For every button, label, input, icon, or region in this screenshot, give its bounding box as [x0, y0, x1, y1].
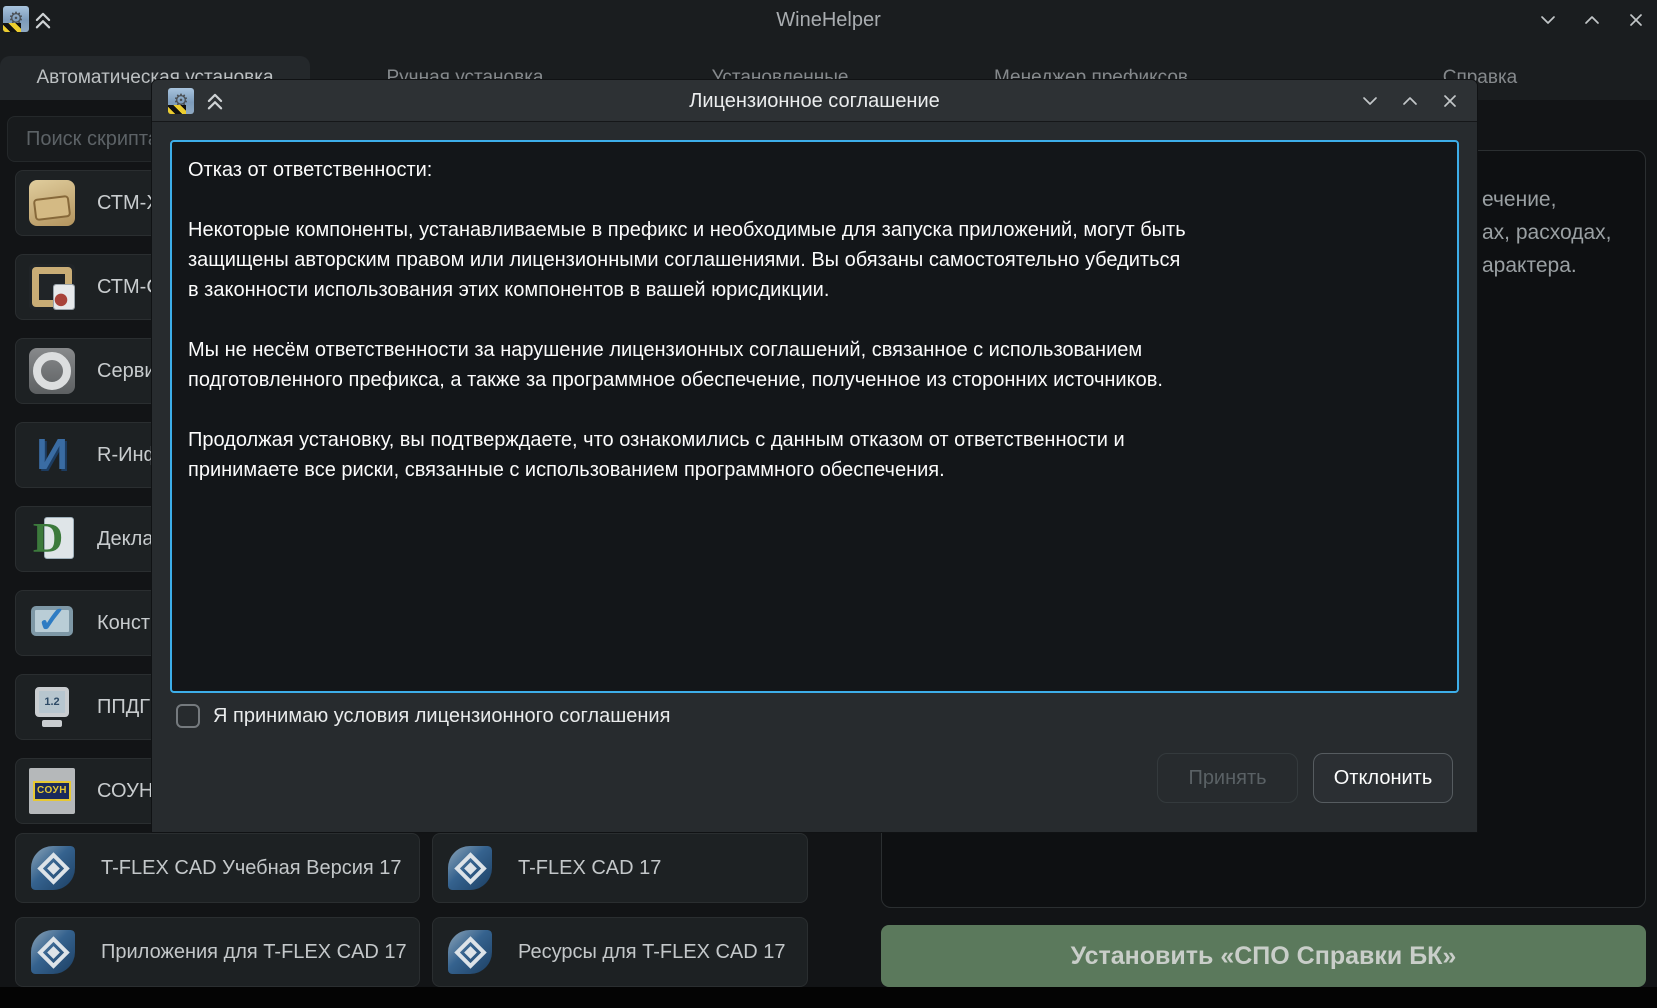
document-frame-icon	[29, 264, 75, 310]
script-label: СОУН	[97, 780, 153, 803]
accept-button[interactable]: Принять	[1157, 753, 1298, 803]
license-paragraph: Продолжая установку, вы подтверждаете, ч…	[188, 425, 1188, 485]
license-dialog: ⚙ Лицензионное соглашение Отказ от ответ…	[152, 80, 1477, 832]
bottom-strip	[0, 987, 1657, 1008]
description-text-fragment: ечение,	[1482, 183, 1611, 216]
script-label: R-Инф	[97, 444, 160, 467]
script-label: T-FLEX CAD 17	[518, 857, 661, 880]
script-label: ППДГ	[97, 696, 150, 719]
icon-glyph: D	[33, 518, 63, 560]
chevron-down-icon	[1540, 12, 1556, 28]
chevron-up-icon	[1584, 12, 1600, 28]
letter-i-icon: И	[29, 432, 75, 478]
tflex-icon	[448, 930, 492, 974]
icon-glyph: 1.2	[44, 696, 59, 708]
tflex-icon	[31, 846, 75, 890]
script-label: T-FLEX CAD Учебная Версия 17	[101, 857, 402, 880]
diamond-icon	[454, 852, 487, 885]
green-d-document-icon: D	[29, 516, 75, 562]
license-paragraph: Мы не несём ответственности за нарушение…	[188, 335, 1188, 395]
main-titlebar: ⚙ WineHelper	[0, 0, 1657, 40]
diamond-icon	[37, 936, 70, 969]
window-title: WineHelper	[0, 0, 1657, 40]
monitor-icon: 1.2	[29, 684, 75, 730]
icon-glyph: И	[36, 433, 68, 477]
folder-icon	[29, 180, 75, 226]
close-button[interactable]	[1441, 92, 1459, 110]
dialog-window-controls	[1361, 80, 1459, 122]
license-text-area[interactable]: Отказ от ответственности: Некоторые комп…	[170, 140, 1459, 693]
accept-license-row: Я принимаю условия лицензионного соглаше…	[176, 704, 670, 728]
license-checkbox[interactable]	[176, 704, 200, 728]
ring-icon	[29, 348, 75, 394]
close-button[interactable]	[1627, 11, 1645, 29]
maximize-button[interactable]	[1583, 11, 1601, 29]
window-controls	[1539, 0, 1645, 40]
monitor-check-icon: ✓	[29, 600, 75, 646]
chevron-down-icon	[1362, 93, 1378, 109]
icon-glyph: ✓	[37, 602, 67, 638]
license-checkbox-label: Я принимаю условия лицензионного соглаше…	[213, 705, 670, 728]
maximize-button[interactable]	[1401, 92, 1419, 110]
minimize-button[interactable]	[1539, 11, 1557, 29]
script-label: СТМ-Х	[97, 192, 160, 215]
script-label: Приложения для T-FLEX CAD 17	[101, 941, 407, 964]
script-item-tflex-cad[interactable]: T-FLEX CAD 17	[432, 833, 808, 903]
script-label: Декла	[97, 528, 153, 551]
icon-glyph: СОУН	[33, 781, 71, 801]
script-label: Конст	[97, 612, 150, 635]
dialog-title: Лицензионное соглашение	[152, 80, 1477, 122]
license-paragraph: Некоторые компоненты, устанавливаемые в …	[188, 215, 1188, 305]
script-label: Серви	[97, 360, 156, 383]
script-item-tflex-resources[interactable]: Ресурсы для T-FLEX CAD 17	[432, 917, 808, 987]
description-text-fragment: ах, расходах,	[1482, 216, 1611, 249]
script-item-tflex-apps[interactable]: Приложения для T-FLEX CAD 17	[15, 917, 420, 987]
decline-button[interactable]: Отклонить	[1313, 753, 1453, 803]
install-button[interactable]: Установить «СПО Справки БК»	[881, 925, 1646, 987]
tflex-icon	[31, 930, 75, 974]
diamond-icon	[37, 852, 70, 885]
tflex-icon	[448, 846, 492, 890]
close-icon	[1442, 93, 1458, 109]
script-item-tflex-cad-edu[interactable]: T-FLEX CAD Учебная Версия 17	[15, 833, 420, 903]
soun-badge-icon: СОУН	[29, 768, 75, 814]
close-icon	[1628, 12, 1644, 28]
diamond-icon	[454, 936, 487, 969]
script-label: Ресурсы для T-FLEX CAD 17	[518, 941, 786, 964]
dialog-titlebar: ⚙ Лицензионное соглашение	[152, 80, 1477, 122]
chevron-up-icon	[1402, 93, 1418, 109]
license-paragraph: Отказ от ответственности:	[188, 155, 1188, 185]
minimize-button[interactable]	[1361, 92, 1379, 110]
main-window: ⚙ WineHelper Автоматическая установка Ру…	[0, 0, 1657, 1008]
description-text-fragment: арактера.	[1482, 249, 1611, 282]
